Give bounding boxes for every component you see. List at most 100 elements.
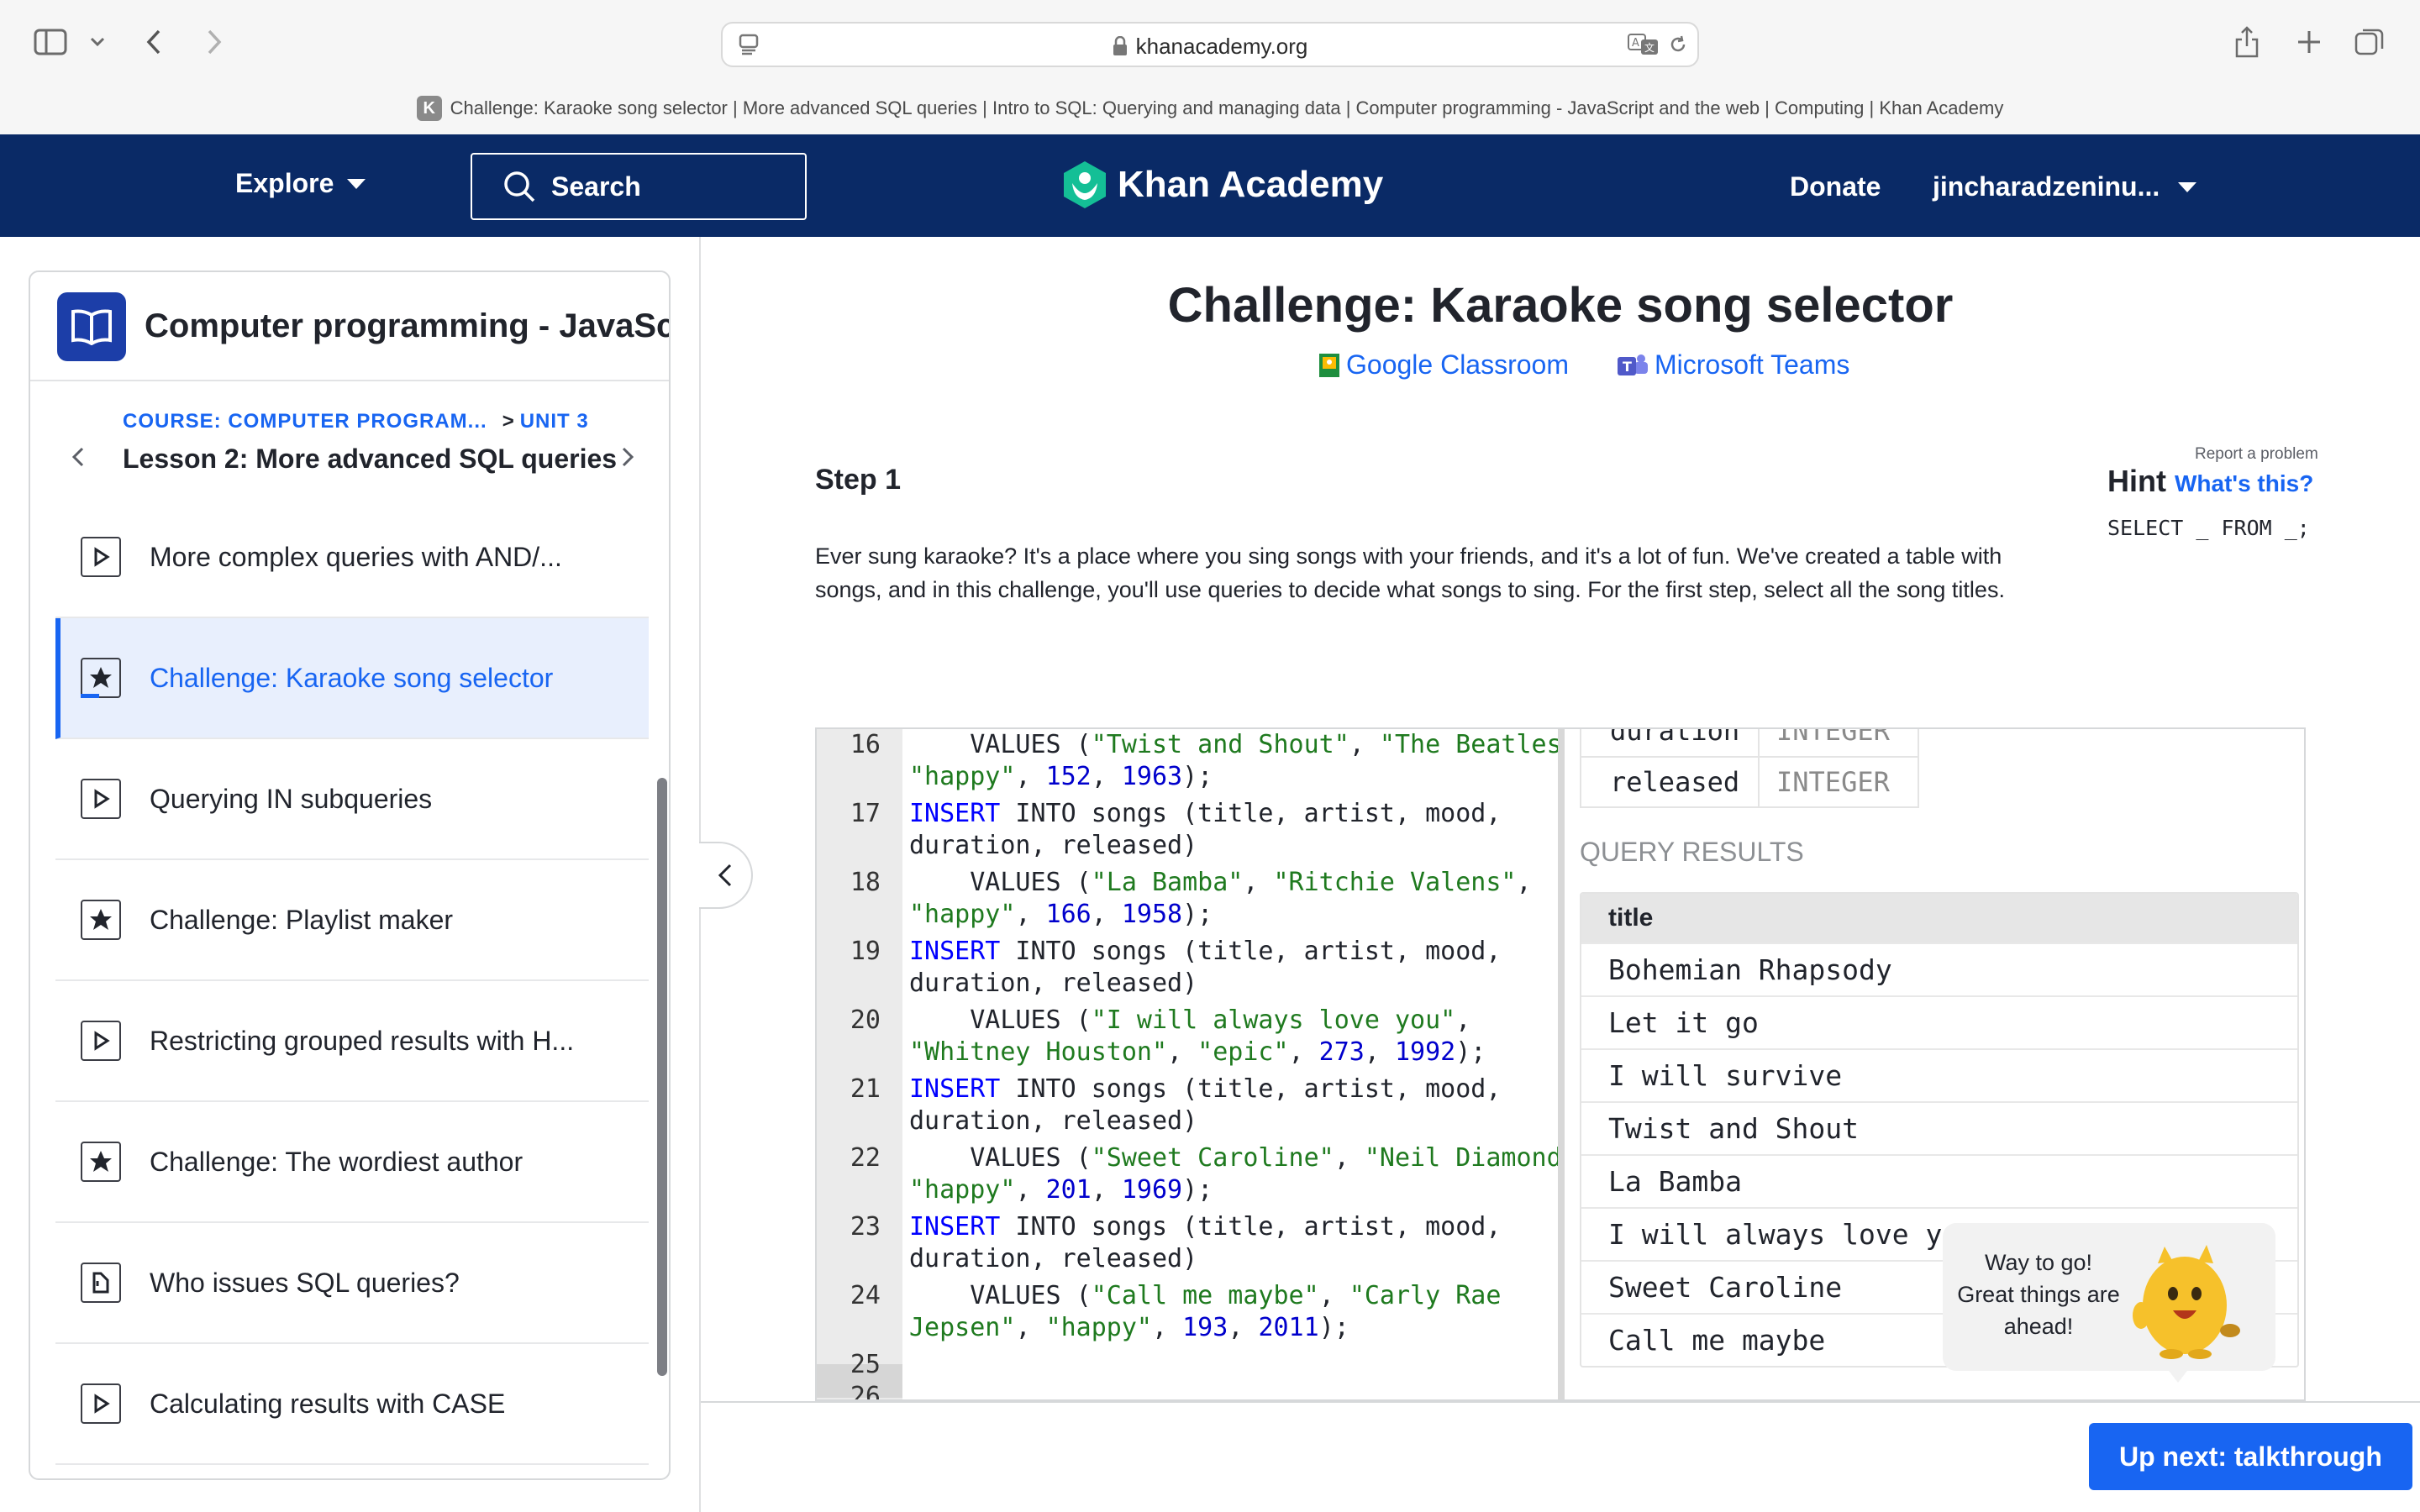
translate-icon[interactable]: A文 — [1627, 32, 1660, 57]
result-row: I will survive — [1581, 1048, 2297, 1101]
forward-icon[interactable] — [202, 25, 227, 59]
mascot-icon — [2133, 1245, 2240, 1359]
browser-toolbar: khanacademy.org A文 K Challenge: Karaoke s… — [0, 0, 2420, 134]
schema-column-name: duration — [1610, 729, 1740, 747]
schema-table: duration INTEGER released INTEGER — [1580, 729, 1919, 808]
line-number: 26 — [850, 1382, 881, 1401]
previous-lesson-icon[interactable] — [66, 440, 91, 474]
lesson-item[interactable]: Querying IN subqueries — [55, 739, 649, 860]
pane-splitter[interactable] — [1558, 729, 1565, 1399]
results-column-header: title — [1581, 894, 2297, 942]
lesson-item-label: Who issues SQL queries? — [150, 1267, 460, 1298]
line-number: 23 — [850, 1212, 881, 1242]
tab-overview-chevron-icon[interactable] — [87, 30, 108, 54]
code-text: INSERT INTO songs (title, artist, mood, … — [909, 1212, 1502, 1273]
google-classroom-icon — [1319, 353, 1339, 377]
play-icon — [81, 537, 121, 577]
encouragement-text: Way to go! Great things are ahead! — [1954, 1247, 2123, 1342]
lesson-item[interactable]: Challenge: Karaoke song selector — [55, 618, 649, 739]
lesson-item[interactable]: Challenge: Playlist maker — [55, 860, 649, 981]
lesson-item-label: Challenge: Karaoke song selector — [150, 662, 554, 693]
up-next-button[interactable]: Up next: talkthrough — [2089, 1423, 2412, 1490]
hint-panel: Hint What's this? SELECT _ FROM _; — [2107, 464, 2313, 540]
course-header[interactable]: Computer programming - JavaScr... — [30, 272, 669, 381]
query-results-heading: QUERY RESULTS — [1580, 837, 1804, 867]
explore-label: Explore — [235, 168, 334, 198]
code-editor[interactable]: 16 VALUES ("Twist and Shout", "The Beatl… — [817, 729, 1558, 1401]
result-row: Twist and Shout — [1581, 1101, 2297, 1154]
report-problem-link[interactable]: Report a problem — [2195, 445, 2318, 464]
line-number: 24 — [850, 1281, 881, 1310]
donate-link[interactable]: Donate — [1790, 171, 1881, 202]
lesson-item[interactable]: More complex queries with AND/... — [55, 497, 649, 618]
back-icon[interactable] — [141, 25, 166, 59]
lesson-item-label: Querying IN subqueries — [150, 783, 433, 814]
google-classroom-label: Google Classroom — [1346, 349, 1569, 380]
search-input[interactable]: Search — [471, 153, 807, 220]
tab-overview-icon[interactable] — [2353, 25, 2386, 59]
favicon-icon: K — [416, 96, 442, 121]
svg-text:文: 文 — [1644, 41, 1655, 54]
lesson-item-label: Challenge: The wordiest author — [150, 1146, 523, 1177]
schema-row: released INTEGER — [1581, 756, 1918, 807]
lesson-item-label: Restricting grouped results with H... — [150, 1025, 575, 1056]
breadcrumb-unit[interactable]: UNIT 3 — [520, 410, 589, 433]
khan-academy-logo[interactable]: Khan Academy — [1062, 160, 1383, 210]
star-icon — [81, 900, 121, 940]
breadcrumb-course[interactable]: COURSE: COMPUTER PROGRAM... — [123, 410, 487, 433]
bubble-tail — [2166, 1368, 2190, 1383]
user-menu[interactable]: jincharadzeninu... — [1933, 171, 2197, 202]
line-number: 22 — [850, 1143, 881, 1173]
progress-indicator — [81, 694, 99, 698]
chevron-left-icon — [718, 864, 732, 887]
hint-code: SELECT _ FROM _; — [2107, 516, 2310, 540]
play-icon — [81, 1021, 121, 1061]
code-text: VALUES ("Call me maybe", "Carly Rae Jeps… — [909, 1281, 1502, 1342]
reload-icon[interactable] — [1665, 32, 1691, 57]
play-icon — [81, 1383, 121, 1424]
chevron-down-icon — [2178, 181, 2197, 192]
site-header: Explore Search Khan Academy Donate jinch… — [0, 134, 2420, 237]
sidebar-scrollbar[interactable] — [657, 778, 667, 1376]
schema-column-type: INTEGER — [1758, 757, 1890, 807]
star-icon — [81, 658, 121, 698]
logo-text: Khan Academy — [1118, 164, 1384, 205]
schema-row: duration INTEGER — [1581, 729, 1918, 756]
play-icon — [81, 779, 121, 819]
article-icon — [81, 1263, 121, 1303]
whats-this-link[interactable]: What's this? — [2175, 470, 2313, 496]
collapse-sidebar-button[interactable] — [699, 842, 753, 909]
schema-column-type: INTEGER — [1758, 729, 1890, 756]
code-text: VALUES ("Twist and Shout", "The Beatles"… — [909, 730, 1558, 791]
code-text: INSERT INTO songs (title, artist, mood, … — [909, 937, 1502, 998]
svg-text:T: T — [1623, 359, 1632, 375]
lesson-navigation: COURSE: COMPUTER PROGRAM... > UNIT 3 Lesso… — [30, 381, 669, 491]
address-bar[interactable]: khanacademy.org A文 — [721, 22, 1699, 67]
code-text: INSERT INTO songs (title, artist, mood, … — [909, 799, 1502, 860]
lesson-item-label: Calculating results with CASE — [150, 1388, 506, 1419]
lesson-item[interactable]: Challenge: The wordiest author — [55, 1102, 649, 1223]
share-links: Google Classroom T Microsoft Teams — [1318, 349, 1849, 381]
encouragement-line: Way to go! — [1984, 1250, 2093, 1275]
code-text: VALUES ("Sweet Caroline", "Neil Diamond"… — [909, 1143, 1558, 1205]
new-tab-icon[interactable] — [2294, 27, 2324, 57]
svg-text:A: A — [1632, 37, 1639, 50]
code-text: VALUES ("La Bamba", "Ritchie Valens", "h… — [909, 868, 1532, 929]
result-row: Let it go — [1581, 995, 2297, 1048]
lesson-item[interactable]: Restricting grouped results with H... — [55, 981, 649, 1102]
next-lesson-icon[interactable] — [615, 440, 640, 474]
tab-title[interactable]: K Challenge: Karaoke song selector | More… — [0, 96, 2420, 129]
sidebar-toggle-icon[interactable] — [32, 27, 69, 57]
breadcrumb-separator: > — [502, 410, 515, 433]
microsoft-teams-link[interactable]: T Microsoft Teams — [1616, 349, 1849, 381]
footer-bar: Up next: talkthrough — [701, 1401, 2420, 1512]
line-number: 18 — [850, 868, 881, 897]
explore-menu-button[interactable]: Explore — [235, 168, 366, 199]
google-classroom-link[interactable]: Google Classroom — [1318, 349, 1569, 381]
lesson-item[interactable]: Calculating results with CASE — [55, 1344, 649, 1465]
url-label: khanacademy.org — [1135, 34, 1308, 59]
share-icon[interactable] — [2232, 24, 2262, 60]
lesson-item[interactable]: Who issues SQL queries? — [55, 1223, 649, 1344]
search-icon — [504, 171, 535, 202]
result-row: La Bamba — [1581, 1154, 2297, 1207]
